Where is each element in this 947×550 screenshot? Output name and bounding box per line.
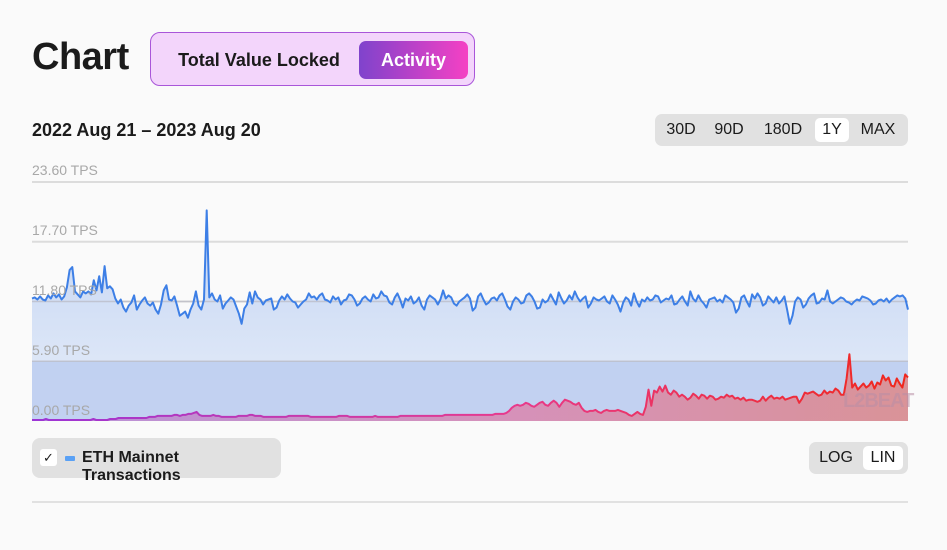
checkbox-icon[interactable]: ✓	[40, 449, 57, 466]
tab-total-value-locked[interactable]: Total Value Locked	[167, 41, 351, 79]
activity-chart: 23.60 TPS 17.70 TPS 11.80 TPS 5.90 TPS 0…	[0, 155, 947, 430]
time-option-180d[interactable]: 180D	[758, 118, 808, 142]
legend-label: ETH Mainnet Transactions	[82, 449, 181, 484]
time-option-90d[interactable]: 90D	[708, 118, 750, 142]
chart-svg	[31, 181, 909, 421]
time-option-30d[interactable]: 30D	[661, 118, 701, 142]
y-tick-label: 0.00 TPS	[32, 402, 91, 418]
date-range-label: 2022 Aug 21 – 2023 Aug 20	[32, 120, 261, 140]
time-range-selector: 30D 90D 180D 1Y MAX	[655, 114, 908, 146]
scale-option-log[interactable]: LOG	[815, 446, 857, 470]
page-title: Chart	[32, 36, 129, 78]
y-tick-label: 11.80 TPS	[32, 282, 97, 298]
scale-option-lin[interactable]: LIN	[863, 446, 903, 470]
y-tick-label: 17.70 TPS	[32, 222, 98, 238]
time-option-max[interactable]: MAX	[855, 118, 901, 142]
scale-selector: LOG LIN	[809, 442, 908, 474]
legend-swatch	[65, 456, 75, 461]
legend-eth-mainnet[interactable]: ✓ ETH Mainnet Transactions	[32, 438, 281, 484]
tab-activity[interactable]: Activity	[359, 41, 468, 79]
chart-type-toggle: Total Value Locked Activity	[150, 32, 475, 86]
time-option-1y[interactable]: 1Y	[815, 118, 849, 142]
l2beat-watermark: L2BEAT	[843, 390, 914, 412]
y-tick-label: 5.90 TPS	[32, 342, 91, 358]
divider	[32, 501, 908, 503]
y-tick-label: 23.60 TPS	[32, 162, 98, 178]
